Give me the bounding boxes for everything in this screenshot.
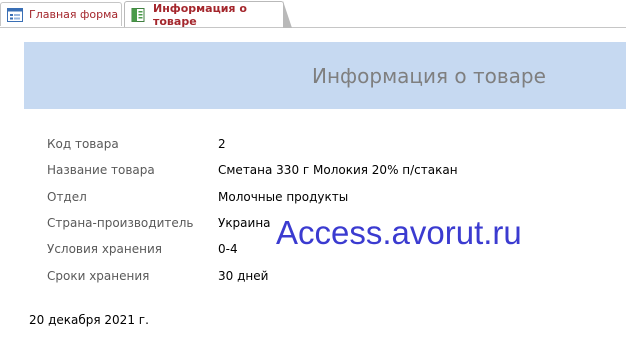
field-label: Страна-производитель	[47, 216, 194, 230]
app-window: Главная форма Информация о товаре Информ…	[0, 0, 626, 345]
field-value[interactable]: Сметана 330 г Молокия 20% п/стакан	[218, 163, 458, 177]
document-tab-bar: Главная форма Информация о товаре	[0, 0, 626, 28]
field-shelf-life: Сроки хранения 30 дней	[0, 269, 626, 287]
form-icon	[7, 7, 23, 22]
field-department: Отдел Молочные продукты	[0, 190, 626, 208]
report-icon	[131, 7, 145, 22]
field-label: Сроки хранения	[47, 269, 150, 283]
field-label: Отдел	[47, 190, 87, 204]
field-value[interactable]: Украина	[218, 216, 271, 230]
field-product-code: Код товара 2	[0, 137, 626, 155]
field-label: Условия хранения	[47, 242, 162, 256]
field-value[interactable]: 2	[218, 137, 226, 151]
field-value[interactable]: Молочные продукты	[218, 190, 348, 204]
tab-product-info-label: Информация о товаре	[153, 1, 247, 28]
form-title: Информация о товаре	[312, 64, 546, 88]
field-product-name: Название товара Сметана 330 г Молокия 20…	[0, 163, 626, 181]
form-header: Информация о товаре	[24, 42, 626, 109]
report-date: 20 декабря 2021 г.	[29, 313, 149, 327]
watermark: Access.avorut.ru	[276, 214, 522, 251]
tab-product-info[interactable]: Информация о товаре	[124, 1, 292, 28]
tab-main-form[interactable]: Главная форма	[0, 2, 122, 26]
field-label: Название товара	[47, 163, 155, 177]
field-label: Код товара	[47, 137, 119, 151]
field-value[interactable]: 30 дней	[218, 269, 268, 283]
field-value[interactable]: 0-4	[218, 242, 238, 256]
tab-main-form-label: Главная форма	[29, 8, 119, 21]
